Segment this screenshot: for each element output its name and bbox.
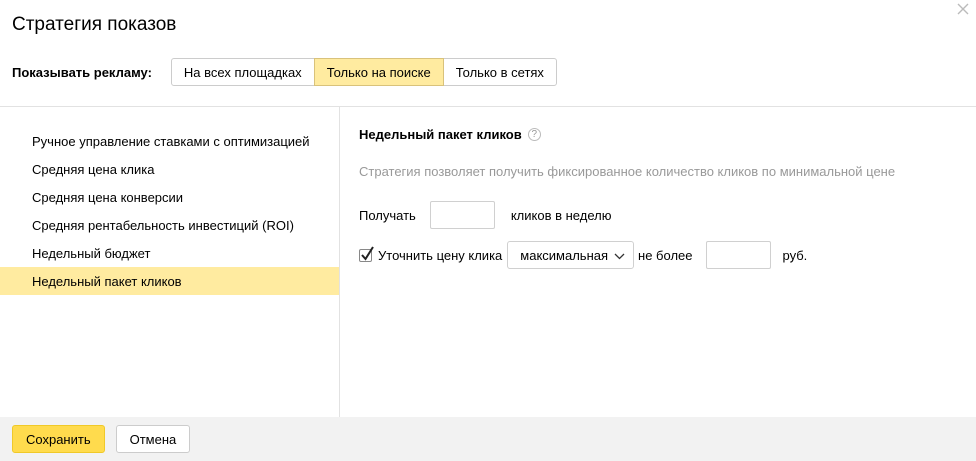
price-type-select[interactable]: максимальная bbox=[507, 241, 635, 269]
placement-switcher: На всех площадках Только на поиске Тольк… bbox=[170, 58, 557, 86]
clicks-after-label: кликов в неделю bbox=[510, 207, 612, 223]
no-more-label: не более bbox=[638, 247, 693, 263]
placement-all-button[interactable]: На всех площадках bbox=[170, 58, 315, 86]
strategy-item-manual[interactable]: Ручное управление ставками с оптимизацие… bbox=[0, 127, 339, 155]
placement-search-button[interactable]: Только на поиске bbox=[313, 58, 444, 86]
clicks-per-week-input[interactable] bbox=[429, 201, 495, 229]
clicks-row: Получать кликов в неделю bbox=[359, 201, 611, 229]
strategy-item-avg-cpa[interactable]: Средняя цена конверсии bbox=[0, 183, 339, 211]
currency-label: руб. bbox=[782, 247, 808, 263]
cancel-button[interactable]: Отмена bbox=[115, 425, 191, 453]
strategy-dialog: Стратегия показов Показывать рекламу: На… bbox=[0, 0, 976, 461]
close-icon[interactable] bbox=[956, 2, 970, 16]
price-row: Уточнить цену клика максимальная не боле… bbox=[359, 241, 807, 269]
horizontal-divider bbox=[0, 106, 976, 107]
chevron-down-icon bbox=[614, 248, 625, 263]
placement-networks-button[interactable]: Только в сетях bbox=[442, 58, 557, 86]
refine-price-checkbox[interactable] bbox=[359, 245, 374, 262]
strategy-list: Ручное управление ставками с оптимизацие… bbox=[0, 127, 339, 295]
show-ads-label: Показывать рекламу: bbox=[12, 64, 152, 80]
vertical-divider bbox=[339, 107, 340, 417]
price-type-value: максимальная bbox=[520, 247, 609, 263]
panel-description: Стратегия позволяет получить фиксированн… bbox=[359, 164, 896, 179]
max-price-input[interactable] bbox=[705, 241, 771, 269]
strategy-item-weekly-clicks[interactable]: Недельный пакет кликов bbox=[0, 267, 339, 295]
dialog-title: Стратегия показов bbox=[12, 14, 177, 35]
refine-price-label[interactable]: Уточнить цену клика bbox=[378, 248, 502, 263]
panel-title-text: Недельный пакет кликов bbox=[359, 126, 522, 142]
dialog-footer: Сохранить Отмена bbox=[0, 417, 976, 461]
strategy-item-avg-cpc[interactable]: Средняя цена клика bbox=[0, 155, 339, 183]
strategy-item-weekly-budget[interactable]: Недельный бюджет bbox=[0, 239, 339, 267]
save-button[interactable]: Сохранить bbox=[12, 425, 105, 453]
panel-title: Недельный пакет кликов ? bbox=[359, 124, 959, 144]
show-ads-row: Показывать рекламу: На всех площадках То… bbox=[12, 58, 557, 86]
help-icon[interactable]: ? bbox=[527, 127, 541, 141]
clicks-before-label: Получать bbox=[359, 207, 416, 223]
strategy-panel: Недельный пакет кликов ? Стратегия позво… bbox=[359, 124, 959, 269]
strategy-item-roi[interactable]: Средняя рентабельность инвестиций (ROI) bbox=[0, 211, 339, 239]
